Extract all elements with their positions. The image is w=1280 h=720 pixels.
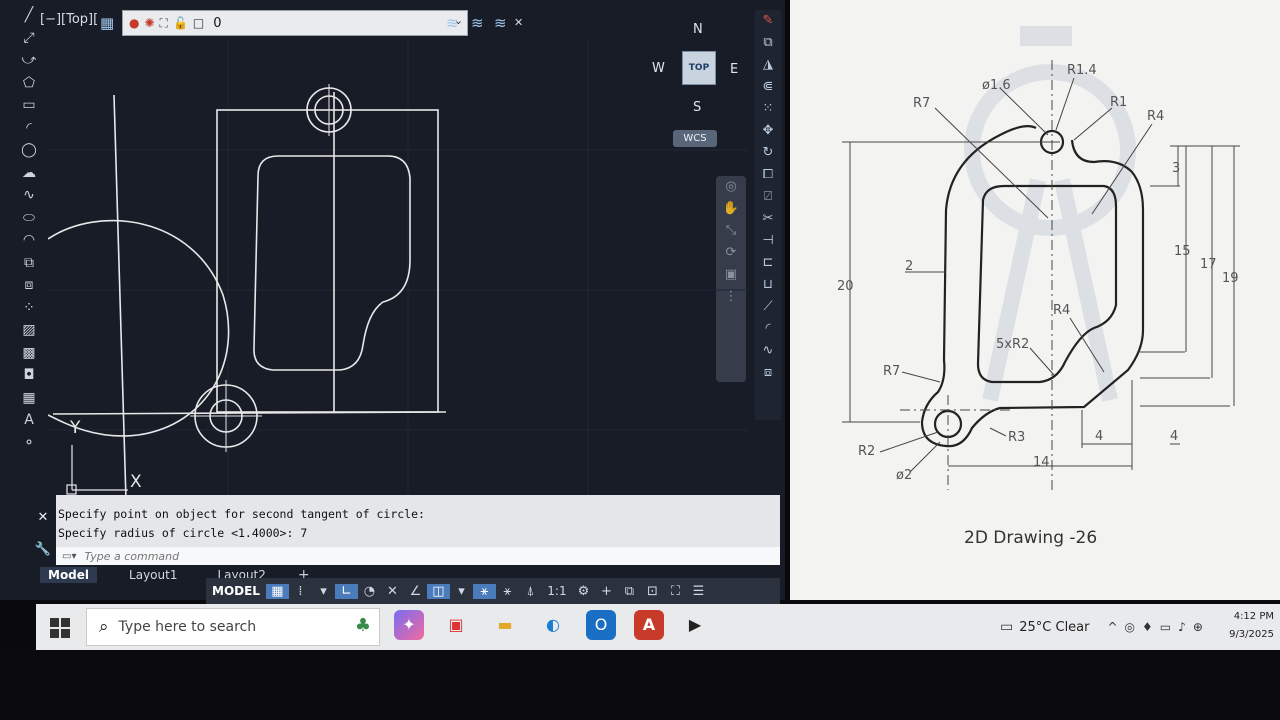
autocad-icon[interactable]: A: [634, 610, 664, 640]
search-placeholder: Type here to search: [118, 619, 257, 635]
copilot-icon[interactable]: ✦: [394, 610, 424, 640]
dim-label: 5xR2: [996, 337, 1029, 352]
search-highlight-icon: ♣: [354, 615, 371, 636]
dim-label: ø2: [896, 468, 912, 483]
volume-icon[interactable]: ♪: [1178, 620, 1186, 634]
dim-label: R2: [858, 444, 875, 459]
dim-label: ø1.6: [982, 78, 1011, 93]
edge-icon[interactable]: ◐: [538, 610, 568, 640]
weather-text[interactable]: 25°C Clear: [1019, 620, 1089, 635]
battery-icon[interactable]: ▭: [1160, 620, 1171, 634]
network-icon[interactable]: ⊕: [1193, 620, 1203, 634]
dim-label: R7: [913, 96, 930, 111]
dim-label: R4: [1053, 303, 1070, 318]
taskbar-search[interactable]: ⌕ Type here to search ♣: [86, 608, 380, 646]
monitor-bezel: [0, 650, 1280, 720]
reference-title: 2D Drawing -26: [964, 528, 1098, 548]
dim-label: 17: [1200, 257, 1217, 272]
dim-label: 15: [1174, 244, 1191, 259]
screen: [−][Top][ ▦ ● ✺ ⛶ 🔓 □ 0 ⌄ ≋ ≋ ≋ ✕ ╱ ⤢ ⤻ …: [0, 0, 1280, 720]
search-icon: ⌕: [99, 617, 109, 637]
outlook-icon[interactable]: O: [586, 610, 616, 640]
dim-label: R4: [1147, 109, 1164, 124]
dim-label: R7: [883, 364, 900, 379]
dim-label: 19: [1222, 271, 1239, 286]
dim-label: 3: [1172, 161, 1180, 176]
system-tray: ▭ 25°C Clear ^ ◎ ♦ ▭ ♪ ⊕: [1000, 604, 1210, 650]
dim-label: 14: [1033, 455, 1050, 470]
clock-time: 4:12 PM: [1233, 611, 1274, 622]
security-icon[interactable]: ♦: [1142, 620, 1153, 634]
dim-label: R1: [1110, 95, 1127, 110]
dim-label: R1.4: [1067, 63, 1097, 78]
store-icon[interactable]: ▣: [441, 610, 471, 640]
dim-label: 20: [837, 279, 854, 294]
dim-label: 4: [1095, 429, 1103, 444]
tray-app-icon[interactable]: ◎: [1125, 620, 1135, 634]
windows-start-icon[interactable]: [46, 614, 74, 642]
dim-label: 4: [1170, 429, 1178, 444]
file-explorer-icon[interactable]: ▬: [490, 610, 520, 640]
weather-icon[interactable]: ▭: [1000, 619, 1013, 635]
clock-date: 9/3/2025: [1229, 629, 1274, 640]
chevron-up-icon[interactable]: ^: [1107, 620, 1117, 634]
reference-drawing: ø1.6 R1.4 R7 R1 R4 3 15 17 19 20 2 R4 5x…: [837, 26, 1240, 490]
dim-label: R3: [1008, 430, 1025, 445]
media-player-icon[interactable]: ▶: [680, 610, 710, 640]
clock[interactable]: 4:12 PM 9/3/2025: [1229, 608, 1274, 644]
dim-label: 2: [905, 259, 913, 274]
taskbar: ⌕ Type here to search ♣ ✦ ▣ ▬ ◐ O A ▶ ▭ …: [36, 604, 1280, 650]
